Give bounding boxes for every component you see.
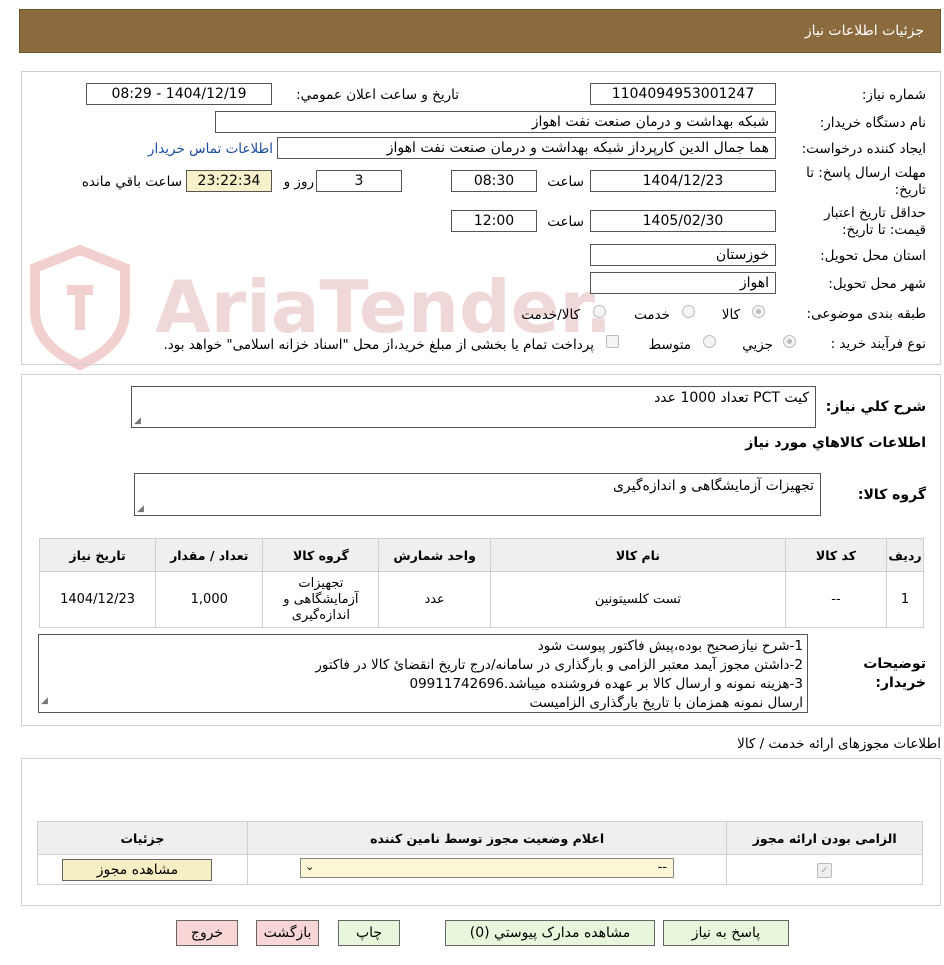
page-title: جزئيات اطلاعات نياز	[804, 23, 924, 39]
process-radio-medium[interactable]	[703, 335, 716, 348]
col-code: کد کالا	[784, 538, 888, 572]
buyer-contact-link[interactable]: اطلاعات تماس خريدار	[148, 141, 273, 157]
col-row: رديف	[886, 538, 924, 572]
days-field[interactable]: 3	[316, 170, 402, 192]
category-label: طبقه بندی موضوعی:	[806, 306, 926, 322]
summary-label: شرح كلي نياز:	[825, 399, 926, 415]
view-permit-button[interactable]: مشاهده مجوز	[62, 858, 213, 881]
deadline-date-field[interactable]: 1404/12/23	[590, 170, 776, 192]
goods-group-textarea[interactable]: تجهیزات آزمایشگاهی و اندازه‌گیری ◢	[134, 473, 821, 516]
goods-table-header: رديف کد کالا نام کالا واحد شمارش گروه کا…	[38, 538, 924, 572]
goods-table: رديف کد کالا نام کالا واحد شمارش گروه کا…	[38, 538, 924, 628]
category-option-service: خدمت	[634, 307, 670, 323]
col-permit-status: اعلام وضعيت مجوز توسط نامين کننده	[246, 821, 728, 855]
permits-title: اطلاعات مجوزهای ارائه خدمت / کالا	[737, 736, 941, 752]
summary-textarea[interactable]: کیت PCT تعداد 1000 عدد ◢	[131, 386, 816, 428]
process-label: نوع فرآيند خريد :	[830, 336, 926, 352]
announce-label: تاريخ و ساعت اعلان عمومي:	[296, 87, 459, 103]
treasury-note: پرداخت تمام يا بخشی از مبلغ خريد،از محل …	[163, 337, 594, 353]
permit-row: ✓ ⌄ -- مشاهده مجوز	[37, 854, 923, 885]
process-radio-minor[interactable]	[783, 335, 796, 348]
goods-section-title: اطلاعات كالاهاي مورد نياز	[745, 435, 926, 451]
category-option-goods: کالا	[721, 307, 740, 323]
province-field[interactable]: خوزستان	[590, 244, 776, 266]
buyer-notes-label: توضيحات خريدار:	[863, 656, 926, 691]
buyer-org-field[interactable]: شبکه بهداشت و درمان صنعت نفت اهواز	[215, 111, 776, 133]
resize-grip-icon[interactable]: ◢	[41, 692, 48, 711]
col-name: نام کالا	[489, 538, 786, 572]
print-button[interactable]: چاپ	[338, 920, 400, 946]
table-row[interactable]: 1 -- تست کلسیتونین عدد تجهيزات آزمايشگاه…	[38, 571, 924, 628]
note-line: ارسال نمونه همزمان با تاریخ بارگذاری الز…	[529, 695, 803, 711]
cell-unit: عدد	[378, 571, 491, 628]
col-qty: تعداد / مقدار	[155, 538, 264, 572]
col-group: گروه کالا	[262, 538, 380, 572]
reply-button[interactable]: پاسخ به نياز	[663, 920, 789, 946]
goods-group-text: تجهیزات آزمایشگاهی و اندازه‌گیری	[612, 478, 814, 494]
chevron-down-icon: ⌄	[305, 859, 315, 873]
resize-grip-icon[interactable]: ◢	[137, 504, 144, 514]
cell-code: --	[784, 571, 888, 628]
category-option-goods-service: کالا/خدمت	[521, 307, 580, 323]
validity-time-field[interactable]: 12:00	[451, 210, 537, 232]
buyer-notes-textarea[interactable]: 1-شرح نیازصحیح بوده،پیش فاکتور پیوست شود…	[38, 634, 808, 713]
summary-text: کیت PCT تعداد 1000 عدد	[654, 390, 809, 406]
col-permit-details: جزئيات	[37, 821, 248, 855]
resize-grip-icon[interactable]: ◢	[134, 416, 141, 426]
cell-name: تست کلسیتونین	[489, 571, 786, 628]
note-line: 3-هزینه نمونه و ارسال کالا بر عهده فروشن…	[409, 676, 804, 692]
category-radio-goods[interactable]	[752, 305, 765, 318]
process-option-minor: جزيي	[742, 337, 773, 353]
permit-required-checkbox: ✓	[817, 862, 833, 878]
col-permit-required: الزامی بودن ارائه مجوز	[726, 821, 923, 855]
back-button[interactable]: بازگشت	[256, 920, 319, 946]
validity-label: حداقل تاريخ اعتبار قيمت: تا تاريخ:	[824, 205, 926, 238]
requester-field[interactable]: هما جمال الدين کارپرداز شبکه بهداشت و در…	[277, 137, 776, 159]
validity-time-label: ساعت	[547, 214, 584, 230]
days-label: روز و	[283, 174, 314, 190]
col-unit: واحد شمارش	[378, 538, 491, 572]
need-number-label: شماره نياز:	[861, 87, 926, 103]
note-line: 1-شرح نیازصحیح بوده،پیش فاکتور پیوست شود	[537, 638, 803, 654]
category-radio-service[interactable]	[682, 305, 695, 318]
city-label: شهر محل تحويل:	[828, 276, 926, 292]
remaining-label: ساعت باقي مانده	[81, 174, 182, 190]
province-label: استان محل تحويل:	[820, 248, 926, 264]
remaining-time-field: 23:22:34	[186, 170, 272, 192]
exit-button[interactable]: خروج	[176, 920, 238, 946]
cell-date: 1404/12/23	[38, 571, 157, 628]
cell-group: تجهيزات آزمايشگاهی و اندازه‌گيری	[262, 571, 380, 628]
validity-date-field[interactable]: 1405/02/30	[590, 210, 776, 232]
cell-row: 1	[886, 571, 924, 628]
city-field[interactable]: اهواز	[590, 272, 776, 294]
note-line: 2-داشتن مجوز آیمد معتبر الزامی و بارگذار…	[315, 657, 803, 673]
page-header: جزئيات اطلاعات نياز	[19, 9, 941, 53]
permit-select-value: --	[657, 859, 668, 875]
permits-table: الزامی بودن ارائه مجوز اعلام وضعيت مجوز …	[37, 821, 923, 885]
buyer-org-label: نام دستگاه خريدار:	[819, 115, 926, 131]
col-date: تاريخ نياز	[38, 538, 157, 572]
deadline-label: مهلت ارسال پاسخ: تا تاريخ:	[806, 165, 926, 198]
process-option-medium: متوسط	[648, 337, 691, 353]
category-radio-goods-service[interactable]	[593, 305, 606, 318]
attachments-button[interactable]: مشاهده مدارک پيوستي (0)	[445, 920, 655, 946]
goods-group-label: گروه كالا:	[857, 487, 926, 503]
need-number-field[interactable]: 1104094953001247	[590, 83, 776, 105]
announce-field[interactable]: 1404/12/19 - 08:29	[86, 83, 272, 105]
requester-label: ايجاد کننده درخواست:	[801, 141, 926, 157]
deadline-time-label: ساعت	[547, 174, 584, 190]
permit-status-select[interactable]: ⌄ --	[300, 857, 675, 878]
permits-table-header: الزامی بودن ارائه مجوز اعلام وضعيت مجوز …	[37, 821, 923, 855]
deadline-time-field[interactable]: 08:30	[451, 170, 537, 192]
cell-qty: 1,000	[155, 571, 264, 628]
treasury-checkbox[interactable]	[606, 335, 619, 348]
